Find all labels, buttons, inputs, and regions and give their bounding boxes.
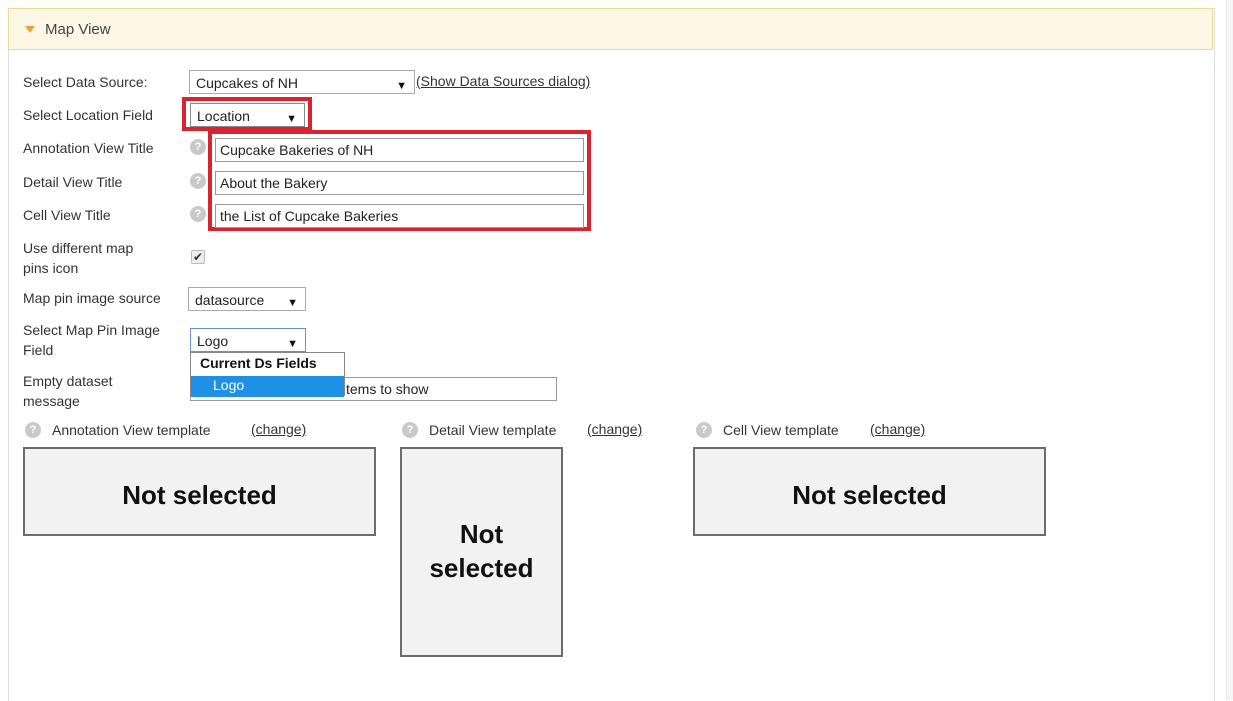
cell-title-input[interactable]: the List of Cupcake Bakeries bbox=[215, 204, 584, 228]
help-icon[interactable]: ? bbox=[190, 206, 206, 222]
pin-field-label-2: Field bbox=[23, 342, 54, 358]
data-source-value: Cupcakes of NH bbox=[196, 75, 298, 91]
location-field-select[interactable]: Location ▼ bbox=[190, 103, 305, 127]
detail-template-preview[interactable]: Not selected bbox=[400, 447, 563, 657]
pin-field-select[interactable]: Logo ▼ bbox=[190, 328, 306, 352]
dropdown-arrow-icon: ▼ bbox=[396, 80, 407, 92]
different-pins-checkbox[interactable]: ✔ bbox=[191, 250, 205, 264]
cell-template-status: Not selected bbox=[792, 480, 947, 510]
help-icon[interactable]: ? bbox=[696, 422, 712, 438]
annotation-template-label: Annotation View template bbox=[52, 422, 211, 438]
annotation-template-preview[interactable]: Not selected bbox=[23, 447, 376, 536]
help-icon[interactable]: ? bbox=[402, 422, 418, 438]
different-pins-label-1: Use different map bbox=[23, 240, 134, 256]
detail-title-label: Detail View Title bbox=[23, 174, 123, 190]
location-field-value: Location bbox=[197, 108, 250, 124]
detail-template-label: Detail View template bbox=[429, 422, 557, 438]
annotation-template-change-link[interactable]: (change) bbox=[251, 421, 306, 437]
pin-field-label-1: Select Map Pin Image bbox=[23, 322, 160, 338]
help-icon[interactable]: ? bbox=[190, 139, 206, 155]
annotation-title-label: Annotation View Title bbox=[23, 140, 154, 156]
cell-template-label: Cell View template bbox=[723, 422, 839, 438]
annotation-title-input[interactable]: Cupcake Bakeries of NH bbox=[215, 138, 584, 162]
caret-down-icon[interactable] bbox=[25, 26, 35, 33]
detail-template-status-1: Not bbox=[459, 519, 504, 549]
cell-template-preview[interactable]: Not selected bbox=[693, 447, 1046, 536]
checkmark-icon: ✔ bbox=[192, 250, 204, 264]
pin-source-value: datasource bbox=[195, 292, 265, 308]
pin-source-label: Map pin image source bbox=[23, 290, 161, 306]
detail-template-status-2: selected bbox=[429, 553, 534, 583]
pin-source-select[interactable]: datasource ▼ bbox=[188, 287, 306, 311]
cell-title-label: Cell View Title bbox=[23, 207, 111, 223]
annotation-template-status: Not selected bbox=[122, 480, 277, 510]
data-source-select[interactable]: Cupcakes of NH ▼ bbox=[189, 70, 415, 94]
empty-message-label-1: Empty dataset bbox=[23, 373, 113, 389]
dropdown-arrow-icon: ▼ bbox=[286, 113, 297, 125]
different-pins-label-2: pins icon bbox=[23, 260, 79, 276]
data-source-label: Select Data Source: bbox=[23, 74, 148, 90]
panel-header[interactable]: Map View bbox=[8, 8, 1213, 50]
dropdown-group-header: Current Ds Fields bbox=[200, 355, 317, 371]
cell-template-change-link[interactable]: (change) bbox=[870, 421, 925, 437]
dropdown-option-logo[interactable]: Logo bbox=[191, 376, 344, 397]
empty-message-label-2: message bbox=[23, 393, 80, 409]
pin-field-value: Logo bbox=[197, 333, 229, 349]
panel-title: Map View bbox=[45, 21, 111, 38]
dropdown-arrow-icon: ▼ bbox=[287, 297, 298, 309]
location-field-label: Select Location Field bbox=[23, 107, 153, 123]
pin-field-dropdown: Current Ds Fields Logo bbox=[190, 352, 345, 397]
dropdown-arrow-icon: ▼ bbox=[287, 338, 298, 350]
help-icon[interactable]: ? bbox=[25, 422, 41, 438]
help-icon[interactable]: ? bbox=[190, 173, 206, 189]
show-data-sources-link[interactable]: (Show Data Sources dialog) bbox=[416, 73, 590, 89]
detail-template-change-link[interactable]: (change) bbox=[587, 421, 642, 437]
right-scrollbar[interactable] bbox=[1226, 0, 1233, 700]
detail-title-input[interactable]: About the Bakery bbox=[215, 171, 584, 195]
